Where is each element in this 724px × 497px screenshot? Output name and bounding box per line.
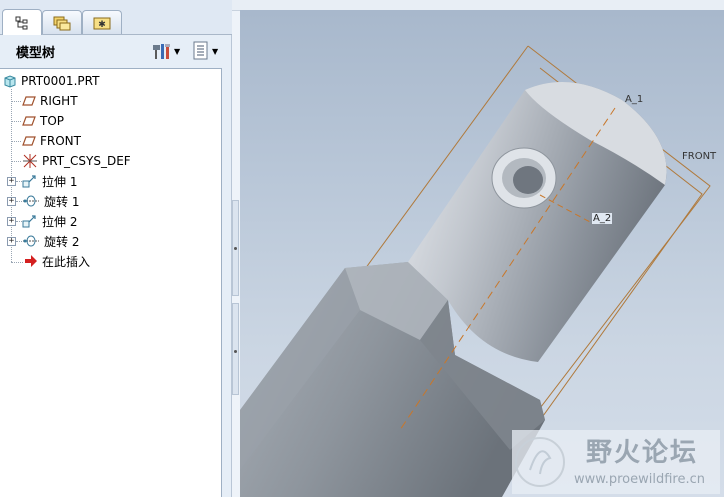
part-icon (4, 75, 16, 88)
panel-header: 模型树 ▼ ▼ (0, 35, 232, 67)
tree-item-label: RIGHT (40, 94, 78, 108)
show-dropdown-button[interactable]: ▼ (192, 41, 218, 61)
tree-item-label: 旋转 1 (44, 194, 80, 209)
tree-connector (11, 141, 21, 142)
chevron-down-icon: ▼ (174, 46, 181, 56)
datum-label-front: FRONT (682, 151, 717, 162)
list-icon (193, 41, 208, 60)
tree-connector (11, 121, 21, 122)
tree-connector (11, 161, 21, 162)
tree-connector (11, 101, 21, 102)
model-tree-panel: ✱ 模型树 ▼ ▼ PRT0001.PRT RIGHT TOP FRONT PR… (0, 0, 232, 497)
tab-model-tree[interactable] (2, 9, 42, 35)
axis-label-a2: A_2 (592, 213, 613, 224)
tree-item-label: 旋转 2 (44, 234, 80, 249)
tree-item-label: PRT_CSYS_DEF (42, 154, 131, 168)
panel-title: 模型树 (16, 45, 56, 61)
revolve-icon (23, 195, 39, 207)
model-tree: PRT0001.PRT RIGHT TOP FRONT PRT_CSYS_DEF… (0, 68, 222, 497)
datum-plane-icon (22, 116, 36, 126)
datum-plane-icon (22, 136, 36, 146)
extrude-icon (22, 175, 36, 188)
graphics-viewport[interactable]: A_1 A_2 FRONT (240, 10, 724, 497)
expand-toggle[interactable]: + (7, 177, 16, 186)
panel-splitter-handle[interactable] (232, 200, 239, 296)
tools-icon (153, 44, 170, 59)
watermark: 野火论坛 www.proewildfire.cn (512, 430, 720, 494)
folders-icon (53, 16, 71, 30)
expand-toggle[interactable]: + (7, 217, 16, 226)
tree-item-label: 拉伸 2 (42, 214, 78, 229)
chevron-down-icon: ▼ (212, 46, 219, 56)
grip-dot (234, 247, 237, 250)
settings-dropdown-button[interactable]: ▼ (152, 41, 180, 61)
tab-folders[interactable] (42, 10, 82, 34)
axis-label-a1: A_1 (625, 94, 644, 105)
favorites-icon: ✱ (93, 17, 111, 30)
panel-splitter-handle[interactable] (232, 303, 239, 395)
tree-item-insert-here[interactable]: 在此插入 (24, 251, 90, 271)
expand-toggle[interactable]: + (7, 237, 16, 246)
coordinate-system-icon (23, 154, 37, 168)
tree-item-front[interactable]: FRONT (22, 131, 81, 151)
watermark-url: www.proewildfire.cn (574, 472, 705, 487)
tree-item-top[interactable]: TOP (22, 111, 64, 131)
tree-item-label: FRONT (40, 134, 81, 148)
tree-icon (15, 16, 28, 29)
tree-item-label: PRT0001.PRT (21, 74, 100, 88)
revolve-icon (23, 235, 39, 247)
datum-plane-icon (22, 96, 36, 106)
tree-item-label: 在此插入 (42, 254, 91, 269)
tree-connector (11, 262, 23, 263)
tree-item-extrude-1[interactable]: 拉伸 1 (22, 171, 77, 191)
tab-favorites[interactable]: ✱ (82, 10, 122, 34)
grip-dot (234, 350, 237, 353)
extrude-icon (22, 215, 36, 228)
tree-item-revolve-1[interactable]: 旋转 1 (22, 191, 79, 211)
tree-item-revolve-2[interactable]: 旋转 2 (22, 231, 79, 251)
tree-item-extrude-2[interactable]: 拉伸 2 (22, 211, 77, 231)
insert-arrow-icon (25, 255, 37, 267)
tree-item-csys[interactable]: PRT_CSYS_DEF (22, 151, 131, 171)
svg-text:✱: ✱ (98, 20, 106, 30)
watermark-title: 野火论坛 (586, 438, 699, 468)
panel-tabs: ✱ (0, 0, 232, 35)
tree-root-item[interactable]: PRT0001.PRT (3, 71, 99, 91)
tree-item-label: 拉伸 1 (42, 174, 78, 189)
tree-item-right[interactable]: RIGHT (22, 91, 78, 111)
part-model-render (240, 45, 711, 497)
expand-toggle[interactable]: + (7, 197, 16, 206)
tree-item-label: TOP (40, 114, 65, 128)
